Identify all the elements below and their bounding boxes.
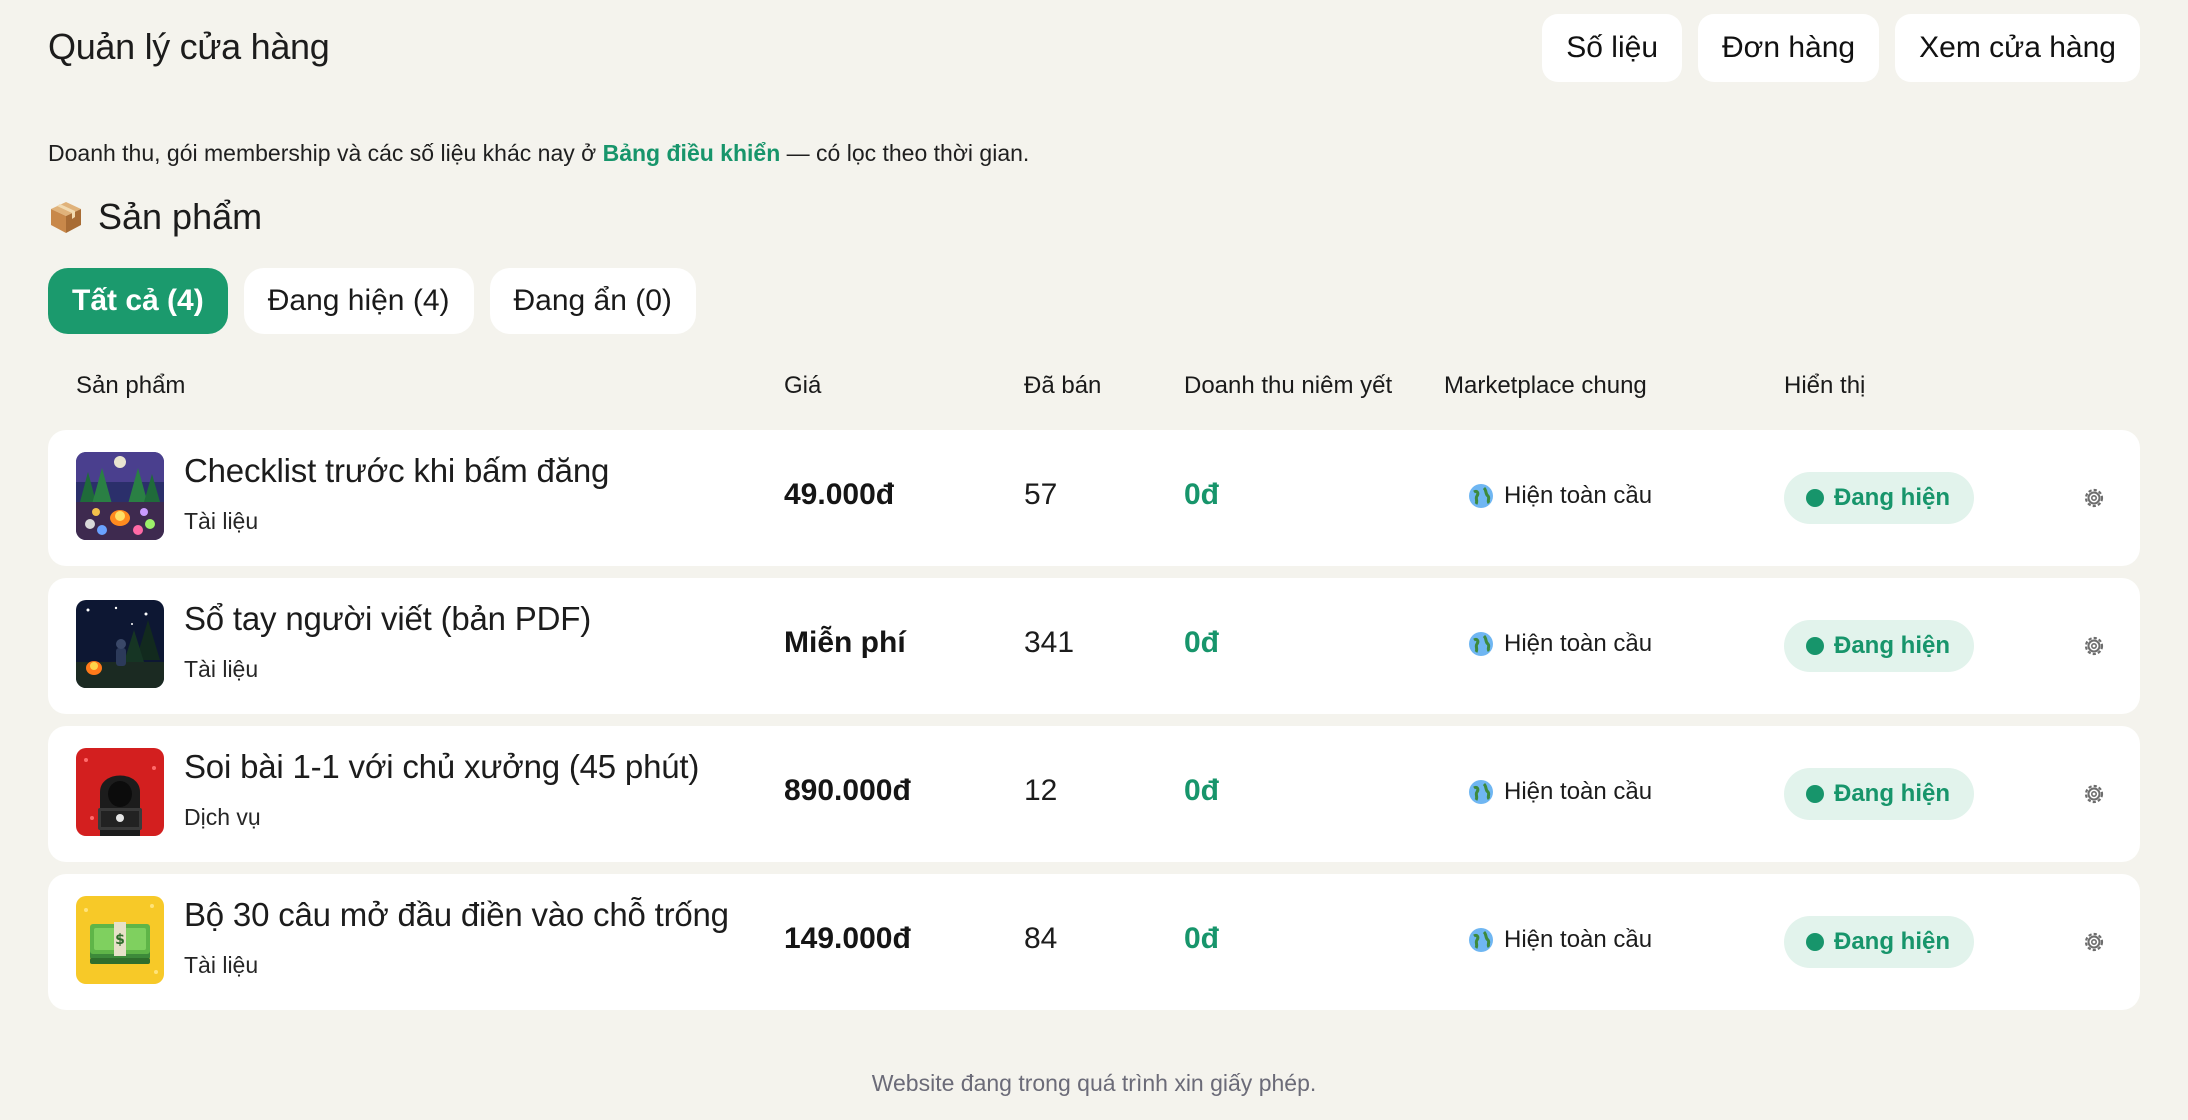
package-icon (48, 199, 84, 235)
page-header: Quản lý cửa hàng Số liệu Đơn hàng Xem cử… (48, 14, 2140, 82)
marketplace-label: Hiện toàn cầu (1504, 630, 1653, 657)
status-badge[interactable]: Đang hiện (1784, 620, 1975, 672)
gear-icon[interactable] (2080, 780, 2108, 808)
store-management-page: Quản lý cửa hàng Số liệu Đơn hàng Xem cử… (48, 0, 2140, 1120)
status-label: Đang hiện (1834, 484, 1951, 511)
product-revenue: 0đ (1184, 478, 1220, 511)
col-visibility: Hiển thị (1784, 372, 1866, 399)
orders-button[interactable]: Đơn hàng (1698, 14, 1880, 82)
col-sold: Đã bán (1024, 372, 1102, 399)
col-product: Sản phẩm (76, 372, 186, 399)
marketplace-label: Hiện toàn cầu (1504, 926, 1653, 953)
svg-text:$: $ (115, 932, 125, 948)
product-name[interactable]: Sổ tay người viết (bản PDF) (184, 600, 591, 638)
globe-icon (1469, 632, 1493, 656)
status-dot-icon (1806, 489, 1824, 507)
table-row[interactable]: Soi bài 1-1 với chủ xưởng (45 phút) Dịch… (48, 726, 2140, 862)
product-category: Tài liệu (184, 952, 259, 978)
gear-icon[interactable] (2080, 928, 2108, 956)
product-revenue: 0đ (1184, 774, 1220, 807)
hooded-hacker-thumbnail (76, 748, 164, 836)
marketplace-status: Hiện toàn cầu (1468, 778, 1652, 806)
stats-button[interactable]: Số liệu (1542, 14, 1683, 82)
status-label: Đang hiện (1834, 780, 1951, 807)
status-dot-icon (1806, 637, 1824, 655)
dashboard-link[interactable]: Bảng điều khiển (603, 140, 781, 166)
product-price: Miễn phí (784, 626, 906, 659)
status-label: Đang hiện (1834, 928, 1951, 955)
table-row[interactable]: Checklist trước khi bấm đăng Tài liệu 49… (48, 430, 2140, 566)
product-sold: 341 (1024, 626, 1075, 659)
product-category: Tài liệu (184, 508, 259, 534)
intro-text: Doanh thu, gói membership và các số liệu… (48, 140, 1029, 167)
page-title: Quản lý cửa hàng (48, 26, 330, 67)
status-dot-icon (1806, 785, 1824, 803)
marketplace-status: Hiện toàn cầu (1468, 630, 1652, 658)
status-label: Đang hiện (1834, 632, 1951, 659)
footer-notice: Website đang trong quá trình xin giấy ph… (871, 1070, 1317, 1096)
col-marketplace: Marketplace chung (1444, 372, 1647, 399)
status-badge[interactable]: Đang hiện (1784, 472, 1975, 524)
products-section-title: Sản phẩm (48, 196, 262, 238)
product-revenue: 0đ (1184, 626, 1220, 659)
product-sold: 57 (1024, 478, 1058, 511)
table-row[interactable]: Sổ tay người viết (bản PDF) Tài liệu Miễ… (48, 578, 2140, 714)
globe-icon (1469, 484, 1493, 508)
marketplace-status: Hiện toàn cầu (1468, 482, 1652, 510)
col-listed-revenue: Doanh thu niêm yết (1184, 372, 1393, 399)
filter-tabs: Tất cả (4) Đang hiện (4) Đang ẩn (0) (48, 268, 696, 334)
filter-hidden-tab[interactable]: Đang ẩn (0) (489, 268, 696, 334)
globe-icon (1469, 928, 1493, 952)
status-badge[interactable]: Đang hiện (1784, 768, 1975, 820)
table-row[interactable]: $ Bộ 30 câu mở đầu điền vào chỗ trống Tà… (48, 874, 2140, 1010)
status-dot-icon (1806, 933, 1824, 951)
marketplace-label: Hiện toàn cầu (1504, 778, 1653, 805)
money-stack-thumbnail: $ (76, 896, 164, 984)
product-sold: 84 (1024, 922, 1058, 955)
col-price: Giá (784, 372, 822, 399)
product-name[interactable]: Soi bài 1-1 với chủ xưởng (45 phút) (184, 748, 699, 786)
night-camp-thumbnail (76, 600, 164, 688)
product-category: Dịch vụ (184, 804, 261, 830)
product-revenue: 0đ (1184, 922, 1220, 955)
globe-icon (1469, 780, 1493, 804)
product-sold: 12 (1024, 774, 1058, 807)
forest-campfire-thumbnail (76, 452, 164, 540)
intro-after: — có lọc theo thời gian. (780, 140, 1030, 166)
filter-all-tab[interactable]: Tất cả (4) (48, 268, 228, 334)
status-badge[interactable]: Đang hiện (1784, 916, 1975, 968)
gear-icon[interactable] (2080, 484, 2108, 512)
product-name[interactable]: Checklist trước khi bấm đăng (184, 452, 609, 490)
gear-icon[interactable] (2080, 632, 2108, 660)
filter-visible-tab[interactable]: Đang hiện (4) (243, 268, 474, 334)
product-name[interactable]: Bộ 30 câu mở đầu điền vào chỗ trống (184, 896, 729, 934)
marketplace-label: Hiện toàn cầu (1504, 482, 1653, 509)
section-heading: Sản phẩm (98, 196, 263, 237)
product-price: 890.000đ (784, 774, 911, 807)
header-actions: Số liệu Đơn hàng Xem cửa hàng (1542, 14, 2140, 82)
product-category: Tài liệu (184, 656, 259, 682)
table-header: Sản phẩm Giá Đã bán Doanh thu niêm yết M… (48, 372, 2140, 406)
product-price: 149.000đ (784, 922, 911, 955)
intro-before: Doanh thu, gói membership và các số liệu… (48, 140, 603, 166)
marketplace-status: Hiện toàn cầu (1468, 926, 1652, 954)
product-price: 49.000đ (784, 478, 895, 511)
view-store-button[interactable]: Xem cửa hàng (1895, 14, 2140, 82)
